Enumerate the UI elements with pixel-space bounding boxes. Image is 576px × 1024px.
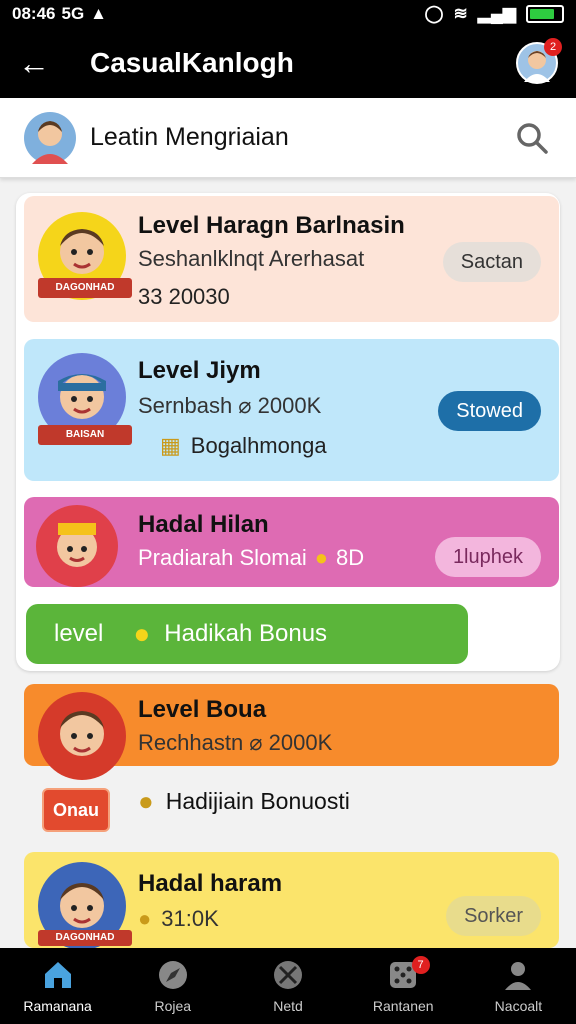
card-title: Hadal Hilan <box>138 511 269 538</box>
coin-icon: ● <box>314 545 329 570</box>
card-subtitle: Sernbash ⌀ 2000K <box>138 393 322 418</box>
profile-avatar[interactable]: 2 <box>516 38 562 84</box>
status-bar: 08:46 5G ▲ ◯ ≋ ▂▄▆ <box>0 0 576 28</box>
nav-item-next[interactable]: Netd <box>230 948 345 1024</box>
profile-icon <box>505 962 532 990</box>
card-title: Hadal haram <box>138 870 283 897</box>
card-subtitle: Rechhastn ⌀ 2000K <box>138 730 333 755</box>
status-time: 08:46 <box>12 4 56 23</box>
cross-circle-icon <box>274 961 302 989</box>
bottom-navigation: Ramanana Rojea Netd 7 Rantanen Nacoalt <box>0 948 576 1024</box>
card-action-button[interactable]: Stowed <box>438 391 541 431</box>
app-bar: ← CasualKanlogh 2 <box>0 28 576 98</box>
avatar-face-icon <box>32 120 68 164</box>
rank-tag: Onau <box>42 788 110 832</box>
level-card[interactable]: DAGONHAD Level Haragn Barlnasin Seshanlk… <box>24 196 559 322</box>
level-card[interactable]: Level Boua Rechhastn ⌀ 2000K <box>24 684 559 780</box>
nav-item-explore[interactable]: Rojea <box>115 948 230 1024</box>
alarm-icon: ◯ <box>424 4 444 23</box>
character-avatar <box>36 505 118 587</box>
rank-ribbon: BAISAN <box>38 425 132 445</box>
level-card[interactable]: Hadal Hilan Pradiarah Slomai ● 8D 1luphe… <box>24 497 559 587</box>
card-meta: 33 20030 <box>138 284 230 309</box>
battery-icon <box>526 5 564 23</box>
app-title: CasualKanlogh <box>90 47 294 78</box>
bonus-banner[interactable]: level ● Hadikah Bonus <box>26 604 468 664</box>
card-subtitle: Pradiarah Slomai ● 8D <box>138 545 365 570</box>
card-action-button[interactable]: Sorker <box>446 896 541 936</box>
card-subtitle: Seshanlklnqt Arerhasat <box>138 246 365 271</box>
bonus-label: level <box>54 620 104 647</box>
back-arrow-icon[interactable]: ← <box>18 47 70 79</box>
network-type: 5G <box>61 4 85 23</box>
character-avatar <box>38 692 126 780</box>
card-action-button[interactable]: Sactan <box>442 242 541 282</box>
card-action-button[interactable]: 1luphek <box>434 537 541 577</box>
user-avatar[interactable] <box>24 111 76 164</box>
search-icon[interactable] <box>512 118 552 158</box>
nav-badge: 7 <box>411 956 430 974</box>
level-card[interactable]: DAGONHAD Hadal haram ● 31:0K Sorker <box>24 852 559 950</box>
signal-icon: ▂▄▆ <box>477 4 516 23</box>
card-title: Level Boua <box>138 696 267 723</box>
notification-badge: 2 <box>544 38 562 56</box>
nav-item-rankings[interactable]: 7 Rantanen <box>346 948 461 1024</box>
card-meta: ▦ Bogalhmonga <box>160 433 327 458</box>
nav-item-profile[interactable]: Nacoalt <box>461 948 576 1024</box>
compass-icon <box>158 961 187 989</box>
search-input[interactable]: Leatin Mengriaian <box>90 123 512 152</box>
money-bag-icon: ● <box>138 786 154 816</box>
coin-stack-icon: ● <box>138 906 152 931</box>
money-icon: ▦ <box>160 433 181 458</box>
bonus-line: ● Hadijiain Bonuosti <box>138 786 350 816</box>
notification-icon: ▲ <box>90 4 107 23</box>
card-title: Level Haragn Barlnasin <box>138 212 405 239</box>
chick-icon: ● <box>133 618 151 649</box>
level-card[interactable]: BAISAN Level Jiym Sernbash ⌀ 2000K ▦ Bog… <box>24 339 559 481</box>
nav-item-home[interactable]: Ramanana <box>0 948 115 1024</box>
card-title: Level Jiym <box>138 357 261 384</box>
bonus-text: Hadikah Bonus <box>164 620 328 647</box>
character-face-icon <box>60 711 104 756</box>
character-face-icon <box>57 523 97 567</box>
rank-ribbon: DAGONHAD <box>38 930 132 946</box>
search-bar[interactable]: Leatin Mengriaian <box>0 98 576 178</box>
rank-ribbon: DAGONHAD <box>38 278 132 298</box>
home-icon <box>44 962 71 988</box>
wifi-icon: ≋ <box>453 4 468 23</box>
card-subtitle: ● 31:0K <box>138 906 219 931</box>
